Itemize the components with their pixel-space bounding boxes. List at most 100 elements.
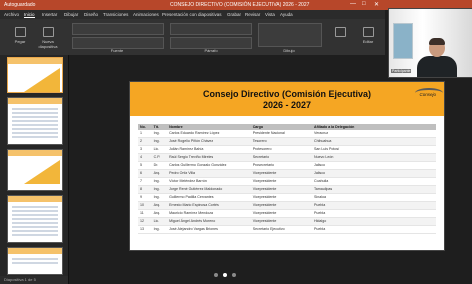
table-cell: Ing.	[151, 137, 168, 146]
tab-diseno[interactable]: Diseño	[84, 12, 98, 17]
pager-dot[interactable]	[223, 273, 227, 277]
tab-grabar[interactable]: Grabar	[227, 12, 241, 17]
webcam-person-body	[417, 56, 457, 77]
autosave-label[interactable]: Autoguardado	[4, 2, 35, 8]
slide-subtitle: 2026 - 2027	[262, 100, 312, 110]
drawing-group-label: Dibujo	[283, 48, 295, 53]
table-cell: Miguel Ángel Andrés Moreno	[167, 217, 251, 226]
table-cell: 5	[138, 161, 152, 170]
new-slide-button[interactable]: Nueva diapositiva	[34, 27, 62, 49]
table-cell: C.P.	[151, 153, 168, 162]
table-cell: Pedro Ortiz Villa	[167, 169, 251, 178]
table-cell: 1	[138, 129, 152, 138]
table-cell: Puebla	[312, 225, 436, 234]
table-cell: Raúl Sergio Treviño Mireles	[167, 153, 251, 162]
organization-logo: Consejo	[415, 88, 444, 97]
tab-inicio[interactable]: Inicio	[24, 12, 35, 18]
slide-thumbnail[interactable]: 5	[7, 247, 63, 275]
arrange-button[interactable]	[330, 27, 350, 39]
table-cell: Puebla	[312, 209, 436, 218]
table-cell: Ing.	[151, 185, 168, 194]
edit-button[interactable]: Editar	[358, 27, 378, 44]
table-cell: Ernesto Mario Espinosa Cortés	[167, 201, 251, 210]
table-cell: Vicepresidente	[250, 217, 313, 226]
table-cell: 13	[138, 225, 152, 234]
table-row: 4 C.P. Raúl Sergio Treviño Mireles Secretar…	[138, 153, 436, 162]
table-row: 9 Ing. Guillermo Padilla Cervantes Vicepres…	[138, 193, 436, 202]
table-row: 13 Ing. José Alejandro Vargas Briones Secre…	[138, 225, 436, 234]
table-cell: Secretario Ejecutivo	[250, 225, 313, 234]
tab-animaciones[interactable]: Animaciones	[133, 12, 159, 17]
slide-title: Consejo Directivo (Comisión Ejecutiva)	[202, 89, 372, 99]
slide-thumbnail[interactable]: 2	[7, 97, 63, 145]
font-group-label: Fuente	[110, 48, 124, 53]
tab-dibujar[interactable]: Dibujar	[64, 12, 78, 17]
tab-archivo[interactable]: Archivo	[4, 12, 19, 17]
maximize-button[interactable]: □	[362, 1, 366, 7]
tab-vista[interactable]: Vista	[265, 12, 275, 17]
table-cell: Arq.	[151, 201, 168, 210]
table-cell: Lic.	[151, 217, 168, 226]
table-row: 10 Arq. Ernesto Mario Espinosa Cortés Vicep…	[138, 201, 436, 210]
pager-dot[interactable]	[214, 273, 218, 277]
current-slide[interactable]: Consejo Directivo (Comisión Ejecutiva) 2…	[130, 82, 444, 250]
slide-header-band	[130, 82, 444, 116]
slide-thumbnail[interactable]: 4	[7, 195, 63, 243]
new-slide-icon	[42, 27, 54, 37]
board-table: No. Tít. Nombre Cargo Afiliado a la Dele…	[138, 124, 436, 234]
table-cell: Lic.	[151, 145, 168, 154]
table-cell: Mauricio Ramírez Mendoza	[167, 209, 251, 218]
table-cell: Presidente Nacional	[250, 129, 313, 138]
tab-revisar[interactable]: Revisar	[245, 12, 260, 17]
table-cell: 10	[138, 201, 152, 210]
table-cell: Dr.	[151, 161, 168, 170]
table-row: 7 Ing. Víctor Meléndez Barrón Vicepresident…	[138, 177, 436, 186]
tab-transiciones[interactable]: Transiciones	[103, 12, 128, 17]
table-row: 3 Lic. Julián Ramírez Bahía Protesorero San …	[138, 145, 436, 154]
table-row: 5 Dr. Carlos Guillermo Gonzalo González Pro…	[138, 161, 436, 170]
slide-thumbnail[interactable]: 1	[7, 57, 63, 93]
paragraph-group-label: Párrafo	[204, 48, 218, 53]
table-row: 2 Ing. José Rogelio Piñón Chávez Tesorero Ch…	[138, 137, 436, 146]
table-cell: 2	[138, 137, 152, 146]
table-cell: Puebla	[312, 201, 436, 210]
slide-thumbnail[interactable]: 3	[7, 149, 63, 191]
table-cell: Coahuila	[312, 177, 436, 186]
paragraph-controls[interactable]	[170, 23, 252, 35]
table-cell: 11	[138, 209, 152, 218]
paste-button[interactable]: Pegar	[10, 27, 30, 44]
table-cell: Ing.	[151, 177, 168, 186]
table-cell: Vicepresidente	[250, 193, 313, 202]
table-cell: 8	[138, 185, 152, 194]
table-cell: Secretario	[250, 153, 313, 162]
table-cell: 6	[138, 169, 152, 178]
table-cell: Jalisco	[312, 161, 436, 170]
table-cell: Vicepresidente	[250, 169, 313, 178]
shapes-gallery[interactable]	[258, 23, 322, 47]
font-controls[interactable]	[72, 23, 164, 35]
tab-ayuda[interactable]: Ayuda	[280, 12, 293, 17]
slide-thumbnails-panel: 1 2 3 4 5	[0, 55, 69, 284]
close-button[interactable]: ✕	[374, 1, 379, 8]
table-cell: 4	[138, 153, 152, 162]
table-cell: Guillermo Padilla Cervantes	[167, 193, 251, 202]
ribbon: Pegar Nueva diapositiva Fuente Párrafo D…	[0, 19, 385, 56]
tab-presentacion[interactable]: Presentación con diapositivas	[162, 12, 222, 17]
table-cell: José Alejandro Vargas Briones	[167, 225, 251, 234]
table-row: 11 Arq. Mauricio Ramírez Mendoza Vicepresid…	[138, 209, 436, 218]
clipboard-icon	[14, 27, 26, 37]
table-cell: Chihuahua	[312, 137, 436, 146]
table-cell: Carlos Guillermo Gonzalo González	[167, 161, 251, 170]
webcam-window	[393, 23, 413, 59]
search-icon	[362, 27, 374, 37]
tab-insertar[interactable]: Insertar	[42, 12, 57, 17]
table-cell: Nuevo León	[312, 153, 436, 162]
pager-dot[interactable]	[232, 273, 236, 277]
table-cell: Sinaloa	[312, 193, 436, 202]
arrange-icon	[334, 27, 346, 37]
table-cell: Hidalgo	[312, 217, 436, 226]
table-cell: Veracruz	[312, 129, 436, 138]
table-cell: Ing.	[151, 129, 168, 138]
minimize-button[interactable]: —	[350, 1, 356, 7]
table-cell: 9	[138, 193, 152, 202]
